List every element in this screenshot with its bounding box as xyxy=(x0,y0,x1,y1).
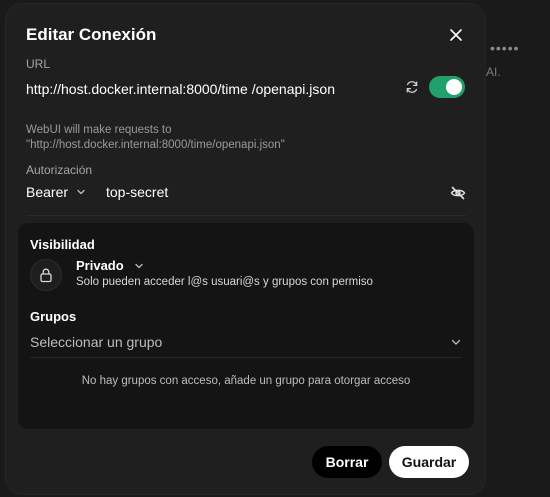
visibility-select[interactable]: Privado xyxy=(76,258,144,273)
auth-type-select[interactable]: Bearer xyxy=(26,184,86,200)
section-divider xyxy=(26,215,466,216)
edit-connection-modal: Editar Conexión URL http://host.docker.i… xyxy=(6,4,485,494)
auth-label: Autorización xyxy=(26,163,93,177)
close-icon xyxy=(450,29,462,41)
chevron-down-icon xyxy=(135,263,143,268)
chevron-down-icon xyxy=(451,339,461,345)
delete-button[interactable]: Borrar xyxy=(312,446,382,478)
chevron-down-icon xyxy=(77,189,85,195)
toggle-knob xyxy=(446,79,462,95)
connection-enabled-toggle[interactable] xyxy=(429,76,465,98)
refresh-icon xyxy=(406,81,418,93)
groups-heading: Grupos xyxy=(30,309,77,324)
save-button[interactable]: Guardar xyxy=(389,446,469,478)
auth-key-input[interactable]: top-secret xyxy=(106,184,168,200)
background-menu-dots: ••••• xyxy=(490,40,520,56)
eye-off-icon xyxy=(450,186,466,200)
lock-icon xyxy=(40,268,52,283)
background-text: AI. xyxy=(486,65,501,79)
toggle-key-visibility-button[interactable] xyxy=(450,185,466,201)
close-button[interactable] xyxy=(447,26,465,44)
no-groups-message: No hay grupos con acceso, añade un grupo… xyxy=(81,375,411,387)
group-select[interactable]: Seleccionar un grupo xyxy=(30,326,462,358)
visibility-description: Solo pueden acceder l@s usuari@s y grupo… xyxy=(76,276,373,288)
access-control-panel: Visibilidad Privado Solo pueden acceder … xyxy=(18,223,474,429)
group-select-placeholder: Seleccionar un grupo xyxy=(30,333,163,350)
visibility-heading: Visibilidad xyxy=(30,237,95,252)
url-input[interactable]: http://host.docker.internal:8000/time /o… xyxy=(26,78,406,100)
lock-badge xyxy=(30,259,62,291)
modal-title: Editar Conexión xyxy=(26,25,157,44)
url-help-text: WebUI will make requests to "http://host… xyxy=(26,124,285,151)
visibility-value: Privado xyxy=(76,258,124,273)
verify-connection-button[interactable] xyxy=(405,80,419,94)
auth-type-value: Bearer xyxy=(26,184,69,200)
url-label: URL xyxy=(26,57,51,71)
